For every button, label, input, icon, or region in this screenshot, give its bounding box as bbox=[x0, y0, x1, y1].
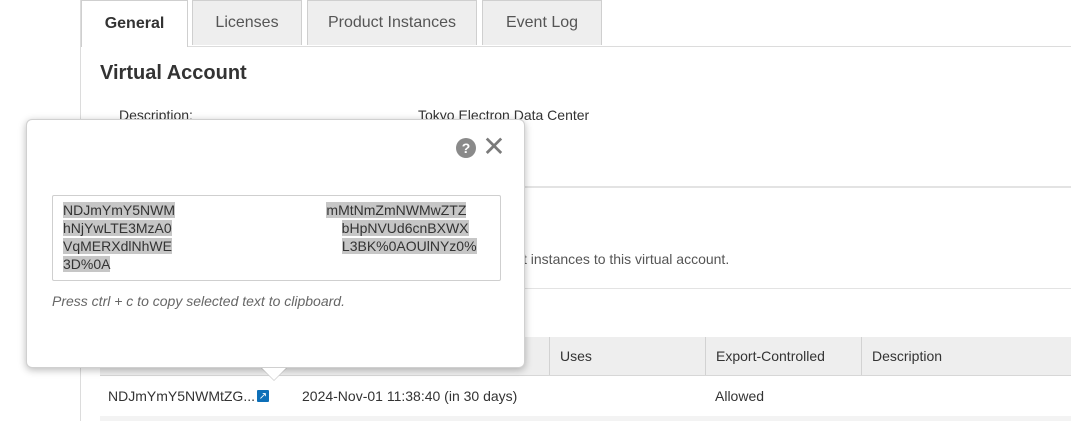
token-selected-text: mMtNmZmNWMwZTZ bbox=[326, 202, 467, 218]
tab-general[interactable]: General bbox=[81, 0, 188, 47]
column-header-uses[interactable]: Uses bbox=[549, 337, 707, 375]
token-popover: ? ✕ NDJmYmY5NWMtZGFiMC00MDA0LTlkNrmMtNmZ… bbox=[26, 119, 525, 368]
table-row: NDJmYmY5NWMtZG... ↗ 2024-Nov-01 11:38:40… bbox=[100, 376, 1071, 416]
token-selected-text: VqMERXdlNhWE bbox=[63, 238, 172, 254]
token-selected-text: 3D%0A bbox=[63, 256, 111, 272]
popover-arrow bbox=[262, 368, 286, 380]
token-textarea[interactable]: NDJmYmY5NWMtZGFiMC00MDA0LTlkNrmMtNmZmNWM… bbox=[52, 195, 501, 281]
token-selected-text: L3BK%0AOUlNYz0% bbox=[341, 238, 477, 254]
token-selected-text: hNjYwLTE3MzA0 bbox=[63, 220, 172, 236]
token-text[interactable]: NDJmYmY5NWMtZG... bbox=[108, 388, 255, 404]
token-selected-text: NDJmYmY5NWM bbox=[63, 202, 175, 218]
close-icon[interactable]: ✕ bbox=[482, 133, 506, 161]
tab-product-instances[interactable]: Product Instances bbox=[307, 0, 477, 45]
token-line: hNjYwLTE3MzA0 bHpNVUd6cnBXWX bbox=[63, 219, 490, 237]
token-line: 3D%0A bbox=[63, 255, 490, 273]
export-controlled-cell: Allowed bbox=[715, 388, 765, 404]
question-circle-icon[interactable]: ? bbox=[456, 138, 476, 158]
table-row bbox=[100, 416, 1071, 421]
token-selected-text: bHpNVUd6cnBXWX bbox=[341, 220, 469, 236]
column-header-description[interactable]: Description bbox=[861, 337, 1071, 375]
token-masked-text: tZGFiMC00MDA0LTlkNr bbox=[175, 202, 327, 218]
copy-hint: Press ctrl + c to copy selected text to … bbox=[52, 293, 345, 309]
tab-licenses[interactable]: Licenses bbox=[192, 0, 302, 45]
tab-event-log[interactable]: Event Log bbox=[482, 0, 602, 45]
token-line: NDJmYmY5NWMtZGFiMC00MDA0LTlkNrmMtNmZmNWM… bbox=[63, 201, 490, 219]
expires-cell: 2024-Nov-01 11:38:40 (in 30 days) bbox=[302, 388, 518, 404]
page-title: Virtual Account bbox=[100, 62, 247, 84]
column-header-export-controlled[interactable]: Export-Controlled bbox=[705, 337, 861, 375]
intro-text: ct instances to this virtual account. bbox=[516, 251, 730, 267]
token-cell[interactable]: NDJmYmY5NWMtZG... ↗ bbox=[108, 376, 269, 416]
tab-bar: General Licenses Product Instances Event… bbox=[81, 0, 1071, 47]
external-link-icon[interactable]: ↗ bbox=[257, 390, 269, 402]
token-line: VqMERXdlNhWE L3BK%0AOUlNYz0% bbox=[63, 237, 490, 255]
